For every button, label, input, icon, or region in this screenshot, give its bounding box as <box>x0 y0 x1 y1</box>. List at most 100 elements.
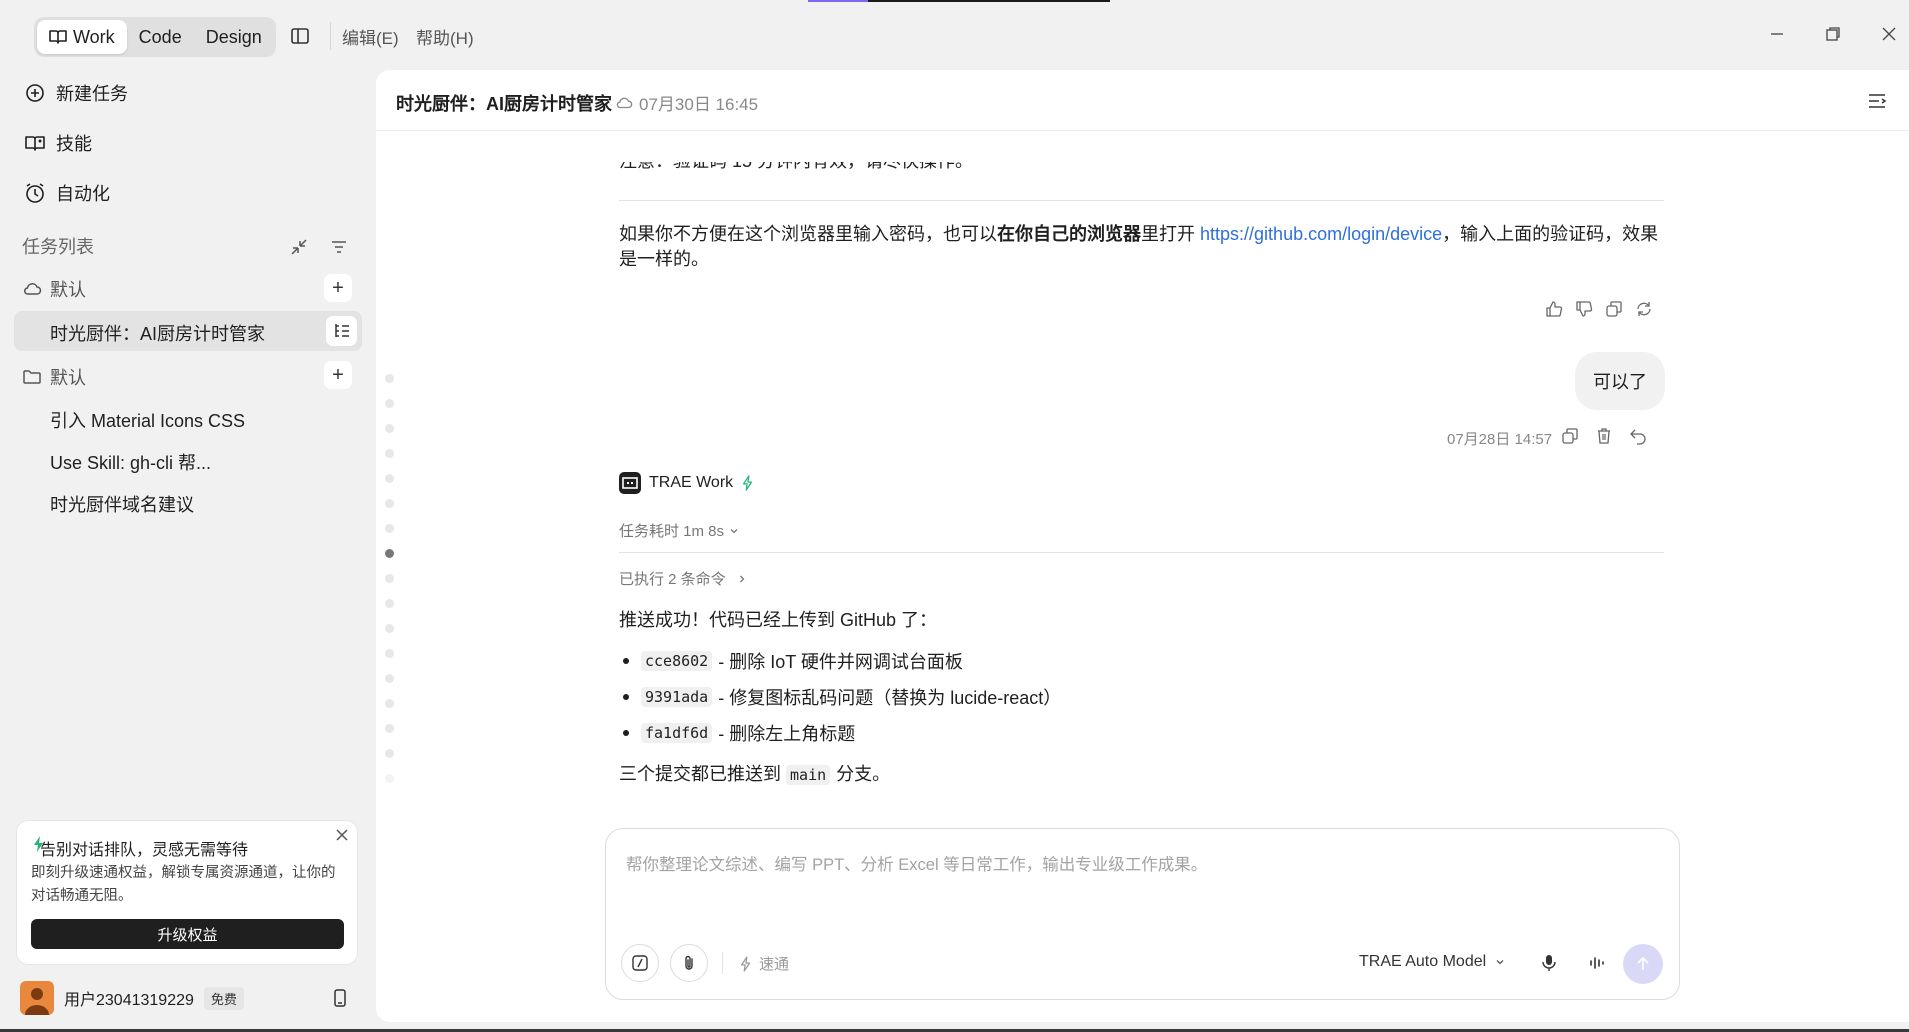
nav-automation[interactable]: 自动化 <box>24 180 110 206</box>
summary-line: 三个提交都已推送到 main 分支。 <box>619 764 891 785</box>
timeline-dot[interactable] <box>385 724 394 733</box>
group-default-cloud[interactable]: 默认 <box>22 276 86 302</box>
attach-button[interactable] <box>670 944 708 982</box>
timeline-dot[interactable] <box>385 649 394 658</box>
timeline-dot[interactable] <box>385 774 394 783</box>
task-item[interactable]: 引入 Material Icons CSS <box>50 407 245 433</box>
nav-skills-label: 技能 <box>56 134 92 154</box>
chat-input-placeholder[interactable]: 帮你整理论文综述、编写 PPT、分析 Excel 等日常工作，输出专业级工作成果… <box>626 851 1207 875</box>
add-folder-task-button[interactable]: + <box>324 361 352 389</box>
nav-new-task[interactable]: 新建任务 <box>24 80 128 106</box>
send-button[interactable] <box>1623 944 1663 984</box>
add-task-button[interactable]: + <box>324 274 352 302</box>
group-default-cloud-label: 默认 <box>50 280 86 300</box>
sidebar-toggle-icon[interactable] <box>290 26 310 46</box>
executed-commands-toggle[interactable]: 已执行 2 条命令 <box>619 568 748 589</box>
restore-icon[interactable] <box>1821 22 1845 46</box>
timeline-dot[interactable] <box>385 549 394 558</box>
task-duration: 任务耗时 1m 8s <box>619 523 725 540</box>
thumbs-down-icon[interactable] <box>1575 300 1593 318</box>
timeline-dot[interactable] <box>385 374 394 383</box>
tasklist-title: 任务列表 <box>22 237 94 257</box>
close-window-icon[interactable] <box>1877 22 1901 46</box>
timeline-dot[interactable] <box>385 699 394 708</box>
timeline-dot[interactable] <box>385 449 394 458</box>
upgrade-button[interactable]: 升级权益 <box>31 919 344 949</box>
menu-edit[interactable]: 编辑(E) <box>342 24 399 49</box>
group-default-folder[interactable]: 默认 <box>22 364 86 390</box>
copy-icon[interactable] <box>1561 427 1579 445</box>
slash-command-button[interactable] <box>621 944 659 982</box>
timeline-dot[interactable] <box>385 499 394 508</box>
bullet-icon <box>623 730 629 736</box>
result-title: 推送成功！代码已经上传到 GitHub 了： <box>619 610 938 630</box>
timeline-dot[interactable] <box>385 474 394 483</box>
undo-icon[interactable] <box>1629 427 1647 445</box>
content-divider <box>619 552 1664 553</box>
chat-date: 07月30日 16:45 <box>639 95 759 114</box>
timeline-dot[interactable] <box>385 599 394 608</box>
user-profile[interactable]: 用户23041319229 免费 <box>20 981 244 1015</box>
model-select[interactable]: TRAE Auto Model <box>1359 953 1506 971</box>
content-divider <box>619 200 1664 201</box>
trae-logo-icon <box>619 472 641 494</box>
list-tree-icon <box>332 321 352 341</box>
plan-badge: 免费 <box>203 986 244 1010</box>
collapse-icon[interactable] <box>288 236 310 258</box>
thumbs-up-icon[interactable] <box>1545 300 1563 318</box>
commit-hash: fa1df6d <box>641 723 713 743</box>
list-item: 9391ada - 修复图标乱码问题（替换为 lucide-react） <box>623 684 1061 710</box>
filter-icon[interactable] <box>328 236 350 258</box>
task-outline-button[interactable] <box>326 316 357 346</box>
microphone-icon[interactable] <box>1538 952 1560 974</box>
device-icon[interactable] <box>330 988 350 1008</box>
outline-menu-icon[interactable] <box>1866 90 1888 112</box>
mode-switch: Work Code Design <box>34 17 276 57</box>
timeline-dot[interactable] <box>385 674 394 683</box>
mode-design-button[interactable]: Design <box>194 20 274 54</box>
timeline-dot[interactable] <box>385 624 394 633</box>
task-item-active[interactable]: 时光厨伴：AI厨房计时管家 <box>50 320 265 346</box>
cloud-sync-icon <box>615 94 633 112</box>
bullet-icon <box>623 658 629 664</box>
folder-icon <box>22 367 42 387</box>
user-name: 用户23041319229 <box>64 992 194 1009</box>
regenerate-icon[interactable] <box>1635 300 1653 318</box>
paperclip-icon <box>680 954 698 972</box>
commit-hash: cce8602 <box>641 651 713 671</box>
device-login-link[interactable]: https://github.com/login/device <box>1200 224 1442 244</box>
nav-automation-label: 自动化 <box>56 184 110 204</box>
mode-work-button[interactable]: Work <box>37 20 127 54</box>
task-item[interactable]: Use Skill: gh-cli 帮... <box>50 449 211 475</box>
timeline-dot[interactable] <box>385 424 394 433</box>
voice-wave-icon[interactable] <box>1586 952 1608 974</box>
branch-name: main <box>786 765 831 785</box>
user-message-bubble: 可以了 <box>1575 352 1665 410</box>
promo-body: 即刻升级速通权益，解锁专属资源通道，让你的对话畅通无阻。 <box>31 865 336 904</box>
timeline-dot[interactable] <box>385 524 394 533</box>
timeline-dot[interactable] <box>385 749 394 758</box>
model-select-label: TRAE Auto Model <box>1359 953 1487 970</box>
timeline-dot[interactable] <box>385 574 394 583</box>
chevron-right-icon <box>736 573 748 585</box>
task-item[interactable]: 时光厨伴域名建议 <box>50 491 194 517</box>
promo-title: 告别对话排队，灵感无需等待 <box>40 842 249 859</box>
message-actions <box>1545 300 1653 318</box>
timeline-dot[interactable] <box>385 399 394 408</box>
mode-code-button[interactable]: Code <box>127 20 194 54</box>
nav-skills[interactable]: 技能 <box>24 130 92 156</box>
close-icon[interactable] <box>334 827 350 843</box>
copy-icon[interactable] <box>1605 300 1623 318</box>
chevron-down-icon <box>728 525 740 537</box>
minimize-icon[interactable] <box>1765 22 1789 46</box>
menu-separator <box>330 22 331 50</box>
chat-title: 时光厨伴：AI厨房计时管家 <box>396 94 612 114</box>
speed-mode-toggle[interactable]: 速通 <box>739 953 789 974</box>
cloud-icon <box>22 279 42 299</box>
task-duration-toggle[interactable]: 任务耗时 1m 8s <box>619 520 740 541</box>
trash-icon[interactable] <box>1595 427 1613 445</box>
new-task-icon <box>24 82 46 104</box>
agent-name: TRAE Work <box>649 474 734 491</box>
menu-help[interactable]: 帮助(H) <box>416 24 474 49</box>
book-icon <box>49 29 67 45</box>
